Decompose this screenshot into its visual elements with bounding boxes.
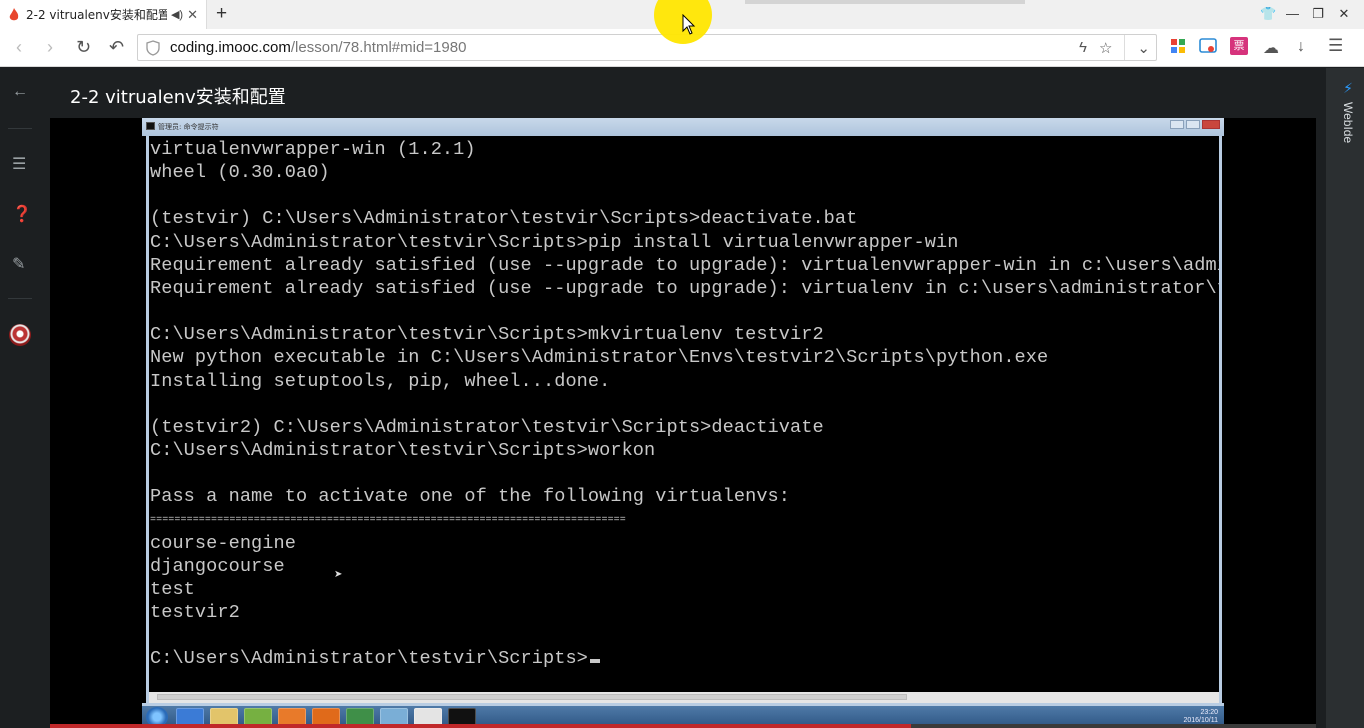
minimize-icon[interactable]: — xyxy=(1286,6,1299,22)
shield-icon xyxy=(146,39,160,56)
lesson-page: ← ☰ ❓ ✎ 2-2 vitrualenv安装和配置 ⚡ WebIde 管理员… xyxy=(0,68,1364,728)
cmd-line: Requirement already satisfied (use --upg… xyxy=(150,277,1222,299)
cmd-line: djangocourse xyxy=(150,555,285,577)
cmd-line: Requirement already satisfied (use --upg… xyxy=(150,254,1222,276)
cmd-window: 管理员: 命令提示符 virtualenvwrapper-win (1.2.1)… xyxy=(142,118,1224,728)
right-panel: ⚡ WebIde xyxy=(1326,68,1364,728)
cmd-titlebar: 管理员: 命令提示符 xyxy=(142,118,1224,136)
page-title: 2-2 vitrualenv安装和配置 xyxy=(70,87,286,108)
download-icon[interactable]: ↓ xyxy=(1297,38,1305,56)
cmd-line: Pass a name to activate one of the follo… xyxy=(150,486,790,508)
new-tab-button[interactable]: + xyxy=(216,3,227,25)
imooc-flame-icon xyxy=(9,7,19,20)
menu-icon[interactable]: ☰ xyxy=(1328,36,1343,56)
address-bar[interactable]: coding.imooc.com/lesson/78.html#mid=1980… xyxy=(137,34,1157,61)
cmd-scroll-thumb xyxy=(157,694,907,700)
forward-icon[interactable]: › xyxy=(47,37,53,58)
dropdown-icon[interactable]: ⌄ xyxy=(1137,39,1150,57)
close-tab-icon[interactable]: ✕ xyxy=(187,7,198,23)
undo-icon[interactable]: ↶ xyxy=(109,37,124,58)
cmd-line: C:\Users\Administrator\testvir\Scripts>w… xyxy=(150,439,656,461)
video-progress-fill xyxy=(50,724,911,728)
tab-active[interactable]: 2-2 vitrualenv安装和配置 ◀) ✕ xyxy=(0,0,207,29)
cmd-line: Installing setuptools, pip, wheel...done… xyxy=(150,370,611,392)
cmd-line: course-engine xyxy=(150,532,296,554)
cmd-line: virtualenvwrapper-win (1.2.1) xyxy=(150,139,476,160)
cmd-line: ========================================… xyxy=(150,515,626,527)
cmd-close-icon xyxy=(1202,120,1220,129)
cmd-line: C:\Users\Administrator\testvir\Scripts>p… xyxy=(150,231,959,253)
mouse-pointer-icon xyxy=(682,14,696,35)
text-caret xyxy=(589,659,600,664)
cmd-line: C:\Users\Administrator\testvir\Scripts>m… xyxy=(150,324,824,346)
system-clock: 23:20 2016/10/11 xyxy=(1183,709,1218,725)
bolt-icon[interactable]: ϟ xyxy=(1079,39,1087,56)
window-controls: 👕 — ❐ ✕ xyxy=(1260,6,1350,22)
apps-icon[interactable] xyxy=(1169,37,1187,55)
divider xyxy=(8,298,32,299)
webide-icon[interactable]: ⚡ xyxy=(1343,80,1353,97)
ticket-icon[interactable]: 票 xyxy=(1230,37,1248,55)
back-arrow-icon[interactable]: ← xyxy=(12,83,28,101)
cmd-line: testvir2 xyxy=(150,602,240,623)
dragged-tab-ghost xyxy=(745,0,1025,4)
close-window-icon[interactable]: ✕ xyxy=(1338,6,1350,22)
tab-title: 2-2 vitrualenv安装和配置 xyxy=(26,8,167,22)
cmd-app-icon xyxy=(146,122,155,130)
left-sidebar: ← ☰ ❓ ✎ xyxy=(0,68,40,728)
video-player[interactable]: 管理员: 命令提示符 virtualenvwrapper-win (1.2.1)… xyxy=(50,118,1316,728)
speaker-icon[interactable]: ◀) xyxy=(171,8,183,21)
divider xyxy=(8,128,32,129)
cmd-maximize-icon xyxy=(1186,120,1200,129)
cmd-line: wheel (0.30.0a0) xyxy=(150,162,330,184)
cmd-console: virtualenvwrapper-win (1.2.1) wheel (0.30… xyxy=(146,136,1222,692)
cmd-window-title: 管理员: 命令提示符 xyxy=(158,123,219,131)
divider xyxy=(1124,35,1126,60)
cut-icon[interactable] xyxy=(1199,37,1217,55)
note-pencil-icon[interactable]: ✎ xyxy=(12,254,25,274)
star-icon[interactable]: ☆ xyxy=(1099,39,1112,57)
cloud-icon[interactable]: ☁ xyxy=(1263,38,1279,58)
cmd-line: (testvir2) C:\Users\Administrator\testvi… xyxy=(150,416,824,438)
cmd-line: C:\Users\Administrator\testvir\Scripts> xyxy=(150,648,600,669)
cmd-minimize-icon xyxy=(1170,120,1184,129)
cmd-line: test xyxy=(150,578,195,600)
video-mouse-pointer-icon: ➤ xyxy=(334,569,343,580)
clock-time: 23:20 xyxy=(1200,709,1218,716)
url-path: /lesson/78.html#mid=1980 xyxy=(290,39,467,56)
chapters-icon[interactable]: ☰ xyxy=(12,154,26,174)
cmd-line: New python executable in C:\Users\Admini… xyxy=(150,347,1049,369)
restore-icon[interactable]: ❐ xyxy=(1312,6,1324,22)
video-progress-bar[interactable] xyxy=(50,724,1316,728)
avatar[interactable] xyxy=(9,324,31,346)
cmd-scrollbar xyxy=(146,692,1222,703)
back-icon[interactable]: ‹ xyxy=(16,37,22,58)
question-icon[interactable]: ❓ xyxy=(12,204,32,224)
webide-label[interactable]: WebIde xyxy=(1341,102,1355,143)
url-host: coding.imooc.com xyxy=(170,39,291,56)
reload-icon[interactable]: ↻ xyxy=(76,37,91,58)
cmd-line: (testvir) C:\Users\Administrator\testvir… xyxy=(150,208,858,230)
skin-icon[interactable]: 👕 xyxy=(1260,6,1276,22)
